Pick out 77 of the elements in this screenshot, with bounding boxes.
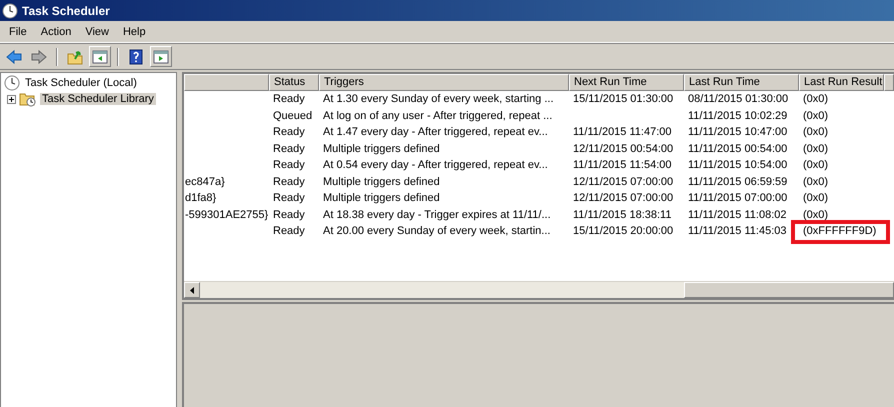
table-cell-text: 11/11/2015 11:47:00 (572, 126, 672, 138)
menu-item[interactable]: Help (116, 26, 153, 38)
table-cell-text: (0xFFFFFF9D) (802, 225, 878, 238)
scroll-left-button[interactable] (184, 282, 200, 298)
toolbar-button[interactable] (150, 46, 172, 67)
table-cell-text: ec847a} (184, 176, 226, 188)
clock-icon (4, 75, 20, 91)
table-cell-text: Ready (272, 126, 306, 138)
tree-item[interactable]: Task Scheduler Library (40, 93, 156, 105)
table-cell-text: 11/11/2015 11:45:03 (687, 225, 788, 238)
forward-icon (31, 48, 47, 64)
expand-toggle[interactable] (7, 94, 16, 104)
table-cell-text: Ready (272, 159, 306, 172)
table-cell-text: Multiple triggers defined (322, 192, 441, 204)
folder-clock-icon (19, 91, 37, 107)
table-cell-text: 11/11/2015 00:54:00 (687, 142, 788, 155)
table-cell-text: Ready (272, 93, 306, 106)
horizontal-scrollbar[interactable] (184, 281, 894, 298)
table-cell-text: Ready (272, 192, 306, 204)
table-cell: -599301AE2755} (184, 208, 269, 221)
table-cell-text: (0x0) (802, 126, 830, 138)
back-icon (6, 48, 22, 64)
table-cell-text: Ready (272, 176, 306, 188)
column-header[interactable]: Next Run Time (569, 74, 684, 91)
table-cell-text: At 18.38 every day - Trigger expires at 11/11/... (322, 208, 552, 221)
toolbar-button[interactable] (89, 46, 111, 67)
menu-item[interactable]: Action (34, 26, 78, 38)
scroll-thumb[interactable] (684, 282, 894, 298)
table-cell-text: At 20.00 every Sunday of every week, startin... (322, 225, 552, 238)
table-cell-text: (0x0) (802, 159, 830, 172)
menu-item[interactable]: File (2, 26, 34, 38)
help-icon (128, 48, 144, 64)
table-cell-text: 11/11/2015 10:47:00 (687, 126, 788, 138)
table-cell-text: At 1.30 every Sunday of every week, starting ... (322, 93, 555, 106)
table-cell-text: 12/11/2015 00:54:00 (572, 142, 674, 155)
table-cell-text: Multiple triggers defined (322, 142, 441, 155)
table-cell-text: (0x0) (802, 192, 830, 204)
window-title: Task Scheduler (22, 4, 110, 18)
table-cell-text: 15/11/2015 01:30:00 (572, 93, 674, 106)
table-cell-text: 08/11/2015 01:30:00 (687, 93, 790, 106)
table-cell-text: 11/11/2015 06:59:59 (687, 176, 788, 188)
table-cell-text: 11/11/2015 18:38:11 (572, 208, 672, 221)
table-cell-text: 15/11/2015 20:00:00 (572, 225, 674, 238)
table-cell-text: 11/11/2015 11:54:00 (572, 159, 672, 172)
table-cell-text: Ready (272, 208, 306, 221)
table-cell-text: (0x0) (802, 208, 830, 221)
column-header[interactable]: Status (269, 74, 319, 91)
table-cell-text: 12/11/2015 07:00:00 (572, 192, 674, 204)
table-cell-text: At log on of any user - After triggered, repeat ... (322, 110, 554, 122)
table-cell-text: d1fa8} (184, 192, 218, 204)
folder-icon (67, 48, 83, 64)
table-cell-text: Ready (272, 142, 306, 155)
left-arrow-icon (190, 286, 194, 294)
table-cell-text: (0x0) (802, 142, 830, 155)
table-cell-text: Queued (272, 110, 314, 122)
table-cell-text: Multiple triggers defined (322, 176, 441, 188)
table-cell-text: (0x0) (802, 93, 830, 106)
column-header[interactable]: Triggers (319, 74, 569, 91)
table-cell-text: At 0.54 every day - After triggered, repeat ev... (322, 159, 549, 172)
column-header[interactable] (884, 74, 894, 91)
menu-item[interactable]: View (78, 26, 116, 38)
table-cell-text: 12/11/2015 07:00:00 (572, 176, 674, 188)
table-cell-text: At 1.47 every day - After triggered, repeat ev... (322, 126, 549, 138)
pane-icon (92, 48, 108, 64)
column-header[interactable]: Last Run Time (684, 74, 799, 91)
tree-item[interactable]: Task Scheduler (Local) (23, 77, 139, 89)
pane-icon (153, 48, 169, 64)
column-header[interactable]: Last Run Result (799, 74, 884, 91)
clock-icon (2, 2, 18, 18)
table-cell-text: 11/11/2015 10:02:29 (687, 110, 788, 122)
table-cell-text: (0x0) (802, 176, 830, 188)
column-header[interactable] (184, 74, 269, 91)
table-cell-text: Ready (272, 225, 306, 238)
table-cell-text: 11/11/2015 11:08:02 (687, 208, 788, 221)
table-cell-text: 11/11/2015 07:00:00 (687, 192, 788, 204)
table-cell-text: (0x0) (802, 110, 830, 122)
table-cell-text: 11/11/2015 10:54:00 (687, 159, 788, 172)
